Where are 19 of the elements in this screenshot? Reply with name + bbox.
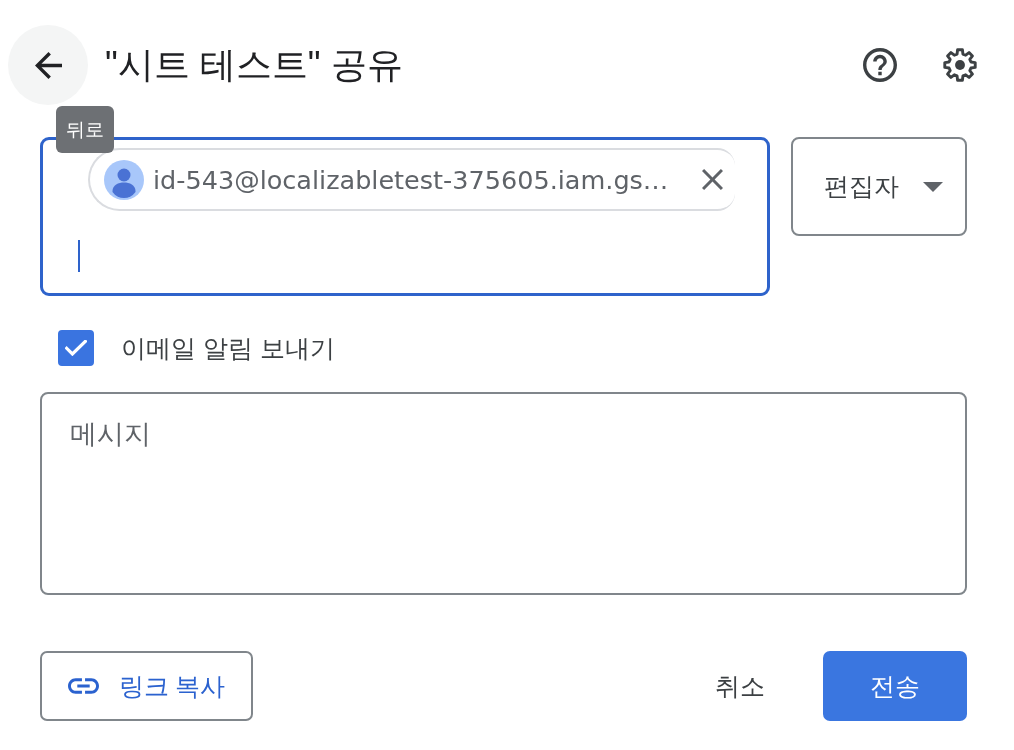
link-icon [67,678,99,694]
checkmark-icon [65,340,87,356]
recipient-email: id-543@localizabletest-375605.iam.gs… [153,164,670,195]
help-icon[interactable] [863,48,897,82]
message-field[interactable]: 메시지 [40,392,967,595]
back-arrow-icon [34,51,62,79]
send-button[interactable]: 전송 [823,651,967,721]
caret-icon [922,181,943,192]
text-cursor-icon [78,240,80,272]
cancel-button[interactable]: 취소 [693,651,787,721]
dialog-title: "시트 테스트" 공유 [105,42,403,87]
close-icon[interactable] [702,169,723,190]
avatar-icon [104,159,144,200]
checkbox[interactable] [58,330,94,366]
role-dropdown[interactable]: 편집자 [791,137,967,236]
copy-link-button[interactable]: 링크 복사 [40,651,253,721]
back-tooltip: 뒤로 [56,106,114,153]
checkbox-label: 이메일 알림 보내기 [121,332,335,364]
settings-icon[interactable] [943,48,977,82]
